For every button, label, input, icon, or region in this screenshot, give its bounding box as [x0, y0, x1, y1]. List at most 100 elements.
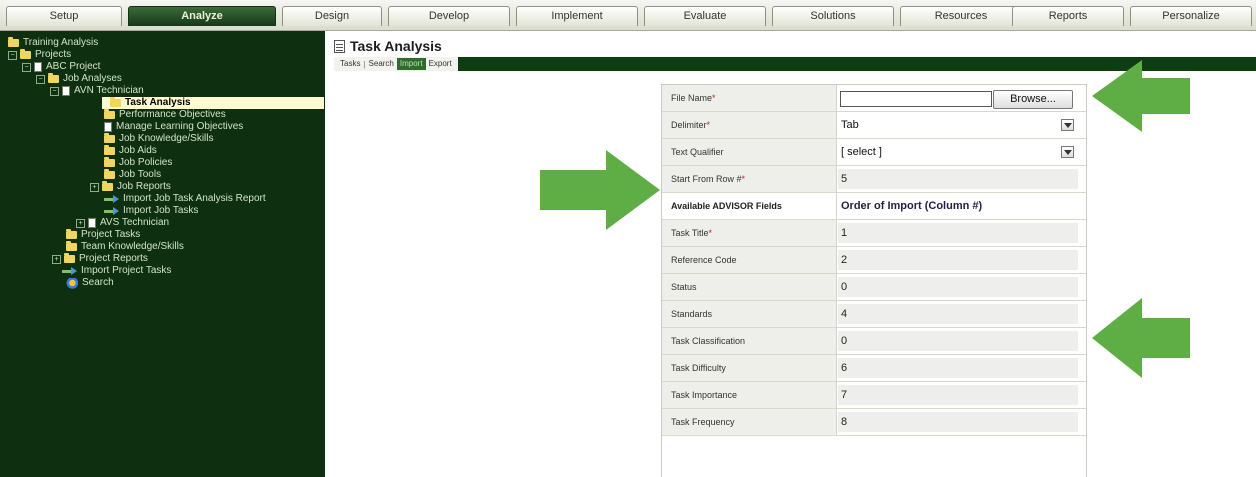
tree-item-label: Job Policies	[119, 157, 173, 168]
tree-item-job-policies[interactable]: Job Policies	[104, 157, 172, 169]
file-name-row: File Name* Browse...	[662, 85, 1086, 112]
folder-icon	[104, 157, 115, 167]
tab-setup[interactable]: Setup	[6, 6, 122, 26]
tree-item-import-project-tasks[interactable]: Import Project Tasks	[62, 265, 171, 277]
tree-item-label: Performance Objectives	[119, 109, 226, 120]
mapping-column-input[interactable]: 0	[838, 277, 1078, 297]
subtab-import[interactable]: Import	[396, 58, 426, 70]
tab-evaluate[interactable]: Evaluate	[644, 6, 766, 26]
browse-button[interactable]: Browse...	[993, 90, 1073, 109]
tab-develop[interactable]: Develop	[388, 6, 510, 26]
collapse-icon[interactable]: −	[50, 86, 59, 96]
tree-item-avs-technician[interactable]: + AVS Technician	[76, 217, 169, 229]
tree-item-abc-project[interactable]: − ABC Project	[22, 61, 100, 73]
chevron-down-icon[interactable]	[1061, 119, 1074, 131]
subtab-tasks[interactable]: Tasks	[337, 58, 363, 70]
mapping-row: Standards 4	[662, 301, 1086, 328]
expand-icon[interactable]: +	[90, 182, 99, 192]
import-arrow-icon	[62, 267, 78, 275]
collapse-icon[interactable]: −	[36, 74, 45, 84]
tree-item-import-job-tasks[interactable]: Import Job Tasks	[104, 205, 198, 217]
folder-icon	[66, 229, 77, 239]
tree-item-label: Task Analysis	[125, 97, 191, 108]
tab-solutions[interactable]: Solutions	[772, 6, 894, 26]
mapping-column-input[interactable]: 4	[838, 304, 1078, 324]
mapping-row: Task Difficulty 6	[662, 355, 1086, 382]
mapping-row: Task Importance 7	[662, 382, 1086, 409]
tree-item-job-tools[interactable]: Job Tools	[104, 169, 161, 181]
mapping-column-input[interactable]: 2	[838, 250, 1078, 270]
tree-item-project-tasks[interactable]: Project Tasks	[66, 229, 140, 241]
tree-item-performance-objectives[interactable]: Performance Objectives	[104, 109, 226, 121]
tab-resources[interactable]: Resources	[900, 6, 1022, 26]
page-icon	[88, 218, 96, 228]
text-qualifier-row: Text Qualifier [ select ]	[662, 139, 1086, 166]
text-qualifier-select[interactable]: [ select ]	[838, 139, 882, 166]
required-marker: *	[712, 93, 716, 103]
delimiter-label: Delimiter*	[662, 112, 837, 138]
mapping-column-input[interactable]: 1	[838, 223, 1078, 243]
tree-item-label: Project Tasks	[81, 229, 141, 240]
collapse-icon[interactable]: −	[22, 62, 31, 72]
tree-item-task-analysis[interactable]: Task Analysis	[102, 97, 324, 109]
mapping-field-label: Task Difficulty	[662, 355, 837, 381]
tree-item-label: Manage Learning Objectives	[116, 121, 244, 132]
tree-item-projects[interactable]: − Projects	[8, 49, 71, 61]
tree-item-avn-technician[interactable]: − AVN Technician	[50, 85, 144, 97]
sidebar-tree: Training Analysis − Projects − ABC Project…	[0, 31, 325, 477]
collapse-icon[interactable]: −	[8, 50, 17, 60]
required-marker: *	[706, 120, 711, 130]
tree-item-label: Search	[82, 277, 114, 288]
subtab-export[interactable]: Export	[426, 58, 455, 70]
tree-item-training-analysis[interactable]: Training Analysis	[8, 37, 98, 49]
mapping-row: Task Classification 0	[662, 328, 1086, 355]
tree-item-label: Job Knowledge/Skills	[119, 133, 214, 144]
fields-header: Available ADVISOR Fields	[662, 193, 837, 219]
expand-icon[interactable]: +	[76, 218, 85, 228]
tree-item-job-aids[interactable]: Job Aids	[104, 145, 157, 157]
tree-item-project-reports[interactable]: + Project Reports	[52, 253, 148, 265]
tab-analyze[interactable]: Analyze	[128, 6, 276, 26]
delimiter-select[interactable]: Tab	[838, 112, 859, 139]
tab-reports[interactable]: Reports	[1012, 6, 1124, 26]
tab-implement[interactable]: Implement	[516, 6, 638, 26]
folder-icon	[102, 181, 113, 191]
required-marker: *	[741, 174, 746, 184]
tree-item-job-reports[interactable]: + Job Reports	[90, 181, 171, 193]
tree-item-team-knowledge-skills[interactable]: Team Knowledge/Skills	[66, 241, 184, 253]
folder-icon	[66, 241, 77, 251]
tree-item-label: Job Analyses	[63, 73, 122, 84]
tree-item-search[interactable]: Search	[64, 277, 114, 289]
tree-item-manage-learning-objectives[interactable]: Manage Learning Objectives	[104, 121, 243, 133]
folder-icon	[20, 49, 31, 59]
tree-item-job-analyses[interactable]: − Job Analyses	[36, 73, 122, 85]
file-name-input[interactable]	[840, 91, 992, 107]
mapping-column-input[interactable]: 8	[838, 412, 1078, 432]
folder-icon	[8, 37, 19, 47]
top-navigation: Setup Analyze Design Develop Implement E…	[0, 0, 1256, 31]
chevron-down-icon[interactable]	[1061, 146, 1074, 158]
start-row-label: Start From Row #*	[662, 166, 837, 192]
tab-design[interactable]: Design	[282, 6, 382, 26]
folder-icon	[104, 133, 115, 143]
mapping-column-input[interactable]: 6	[838, 358, 1078, 378]
start-row-input[interactable]: 5	[838, 169, 1078, 189]
tree-item-label: Job Aids	[119, 145, 157, 156]
page-icon	[104, 122, 112, 132]
tree-item-import-job-task-analysis-report[interactable]: Import Job Task Analysis Report	[104, 193, 266, 205]
mapping-column-input[interactable]: 7	[838, 385, 1078, 405]
tab-personalize[interactable]: Personalize	[1130, 6, 1252, 26]
mapping-column-input[interactable]: 0	[838, 331, 1078, 351]
tree-item-label: Import Project Tasks	[81, 265, 172, 276]
callout-left-arrow-icon	[1092, 298, 1190, 378]
mapping-field-label: Status	[662, 274, 837, 300]
folder-icon	[104, 109, 115, 119]
expand-icon[interactable]: +	[52, 254, 61, 264]
folder-icon	[64, 253, 75, 263]
subtabs: Tasks | Search Import Export	[334, 57, 462, 71]
tree-item-job-knowledge-skills[interactable]: Job Knowledge/Skills	[104, 133, 214, 145]
folder-icon	[104, 169, 115, 179]
start-row-row: Start From Row #* 5	[662, 166, 1086, 193]
mapping-field-label: Task Classification	[662, 328, 837, 354]
subtab-search[interactable]: Search	[366, 58, 397, 70]
